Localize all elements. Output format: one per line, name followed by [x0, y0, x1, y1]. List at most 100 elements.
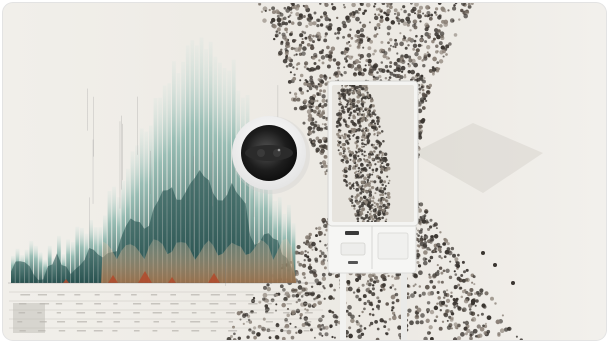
crowd-person	[382, 319, 385, 323]
crowd-person	[389, 38, 393, 42]
screen-person	[358, 148, 360, 151]
crowd-person	[410, 69, 416, 75]
crowd-person	[316, 99, 319, 103]
screen-person	[344, 133, 348, 137]
crowd-person	[288, 62, 293, 68]
screen-person	[362, 188, 364, 191]
screen-person	[351, 98, 356, 103]
table-cell	[170, 294, 176, 296]
screen-person	[372, 171, 375, 174]
screen-person	[355, 187, 360, 192]
screen-person	[379, 158, 382, 162]
table-cell	[283, 294, 290, 296]
crowd-person	[371, 313, 375, 317]
crowd-person	[348, 326, 352, 330]
crowd-person	[384, 16, 390, 22]
crowd-person	[477, 314, 480, 317]
screen-person	[382, 197, 386, 201]
crowd-person	[289, 71, 292, 74]
crowd-person	[303, 316, 309, 321]
table-cell	[134, 321, 140, 323]
crowd-person	[371, 292, 376, 297]
crowd-person	[306, 255, 310, 259]
crowd-person	[336, 36, 340, 40]
crowd-person	[342, 3, 345, 6]
crowd-person	[482, 324, 485, 328]
crowd-person	[428, 32, 432, 36]
screen-person	[368, 166, 371, 170]
screen-person	[371, 157, 375, 161]
crowd-person	[307, 117, 312, 122]
crowd-person	[323, 223, 328, 229]
crowd-person	[426, 45, 431, 50]
crowd-person	[406, 19, 411, 24]
screen-person	[350, 150, 354, 155]
crowd-person	[261, 326, 267, 332]
crowd-person	[362, 294, 367, 299]
crowd-person	[445, 309, 449, 313]
crowd-person	[322, 89, 326, 93]
crowd-person	[313, 67, 317, 71]
crowd-person	[443, 237, 447, 242]
crowd-person	[316, 23, 320, 28]
screen-person	[376, 219, 380, 222]
table-cell	[265, 321, 273, 323]
crowd-person	[468, 308, 472, 311]
crowd-person	[355, 320, 359, 324]
crowd-person	[484, 322, 487, 325]
crowd-person	[379, 15, 384, 19]
crowd-person	[412, 43, 418, 49]
screen-person	[346, 102, 349, 105]
crowd-person	[348, 333, 353, 339]
crowd-person	[433, 234, 439, 239]
crowd-person	[437, 29, 441, 33]
screen-person	[357, 108, 361, 112]
screen-person	[354, 195, 358, 200]
crowd-person	[321, 334, 324, 337]
screen-person	[375, 167, 379, 171]
crowd-person	[469, 311, 474, 316]
crowd-person	[301, 30, 304, 34]
screen-person	[374, 146, 378, 150]
crowd-person	[287, 80, 292, 84]
screen-person	[341, 85, 343, 87]
crowd-person	[298, 87, 303, 92]
crowd-person	[355, 29, 361, 35]
crowd-person	[347, 305, 352, 310]
crowd-person	[353, 72, 356, 75]
crowd-person	[433, 222, 438, 227]
screen-person	[373, 122, 377, 125]
table-cell	[133, 330, 140, 332]
crowd-person	[347, 281, 350, 284]
crowd-person	[446, 247, 451, 251]
screen-person	[360, 118, 364, 123]
crowd-person	[266, 286, 272, 292]
crowd-person	[383, 325, 387, 329]
crowd-person	[419, 20, 422, 23]
crowd-person	[471, 281, 474, 284]
crowd-person	[402, 5, 406, 9]
crowd-person	[413, 39, 417, 43]
table-cell	[113, 321, 120, 323]
screen-person	[361, 153, 364, 156]
crowd-person	[304, 4, 309, 9]
crowd-person	[368, 63, 372, 66]
crowd-person	[354, 59, 360, 64]
screen-person	[345, 174, 348, 177]
screen-person	[347, 93, 351, 96]
screen-person	[373, 201, 376, 205]
crowd-person	[396, 11, 400, 15]
crowd-person	[321, 272, 326, 277]
crowd-person	[281, 302, 286, 308]
crowd-person	[384, 77, 388, 80]
crowd-person	[301, 51, 306, 56]
crowd-person	[358, 314, 361, 317]
screen-person	[376, 205, 380, 209]
crowd-person	[418, 124, 423, 129]
screen-person	[337, 91, 341, 95]
crowd-person	[366, 280, 370, 283]
table-cell	[55, 303, 63, 305]
crowd-person	[321, 49, 325, 52]
crowd-walker	[481, 251, 485, 255]
screen-person	[337, 140, 339, 143]
